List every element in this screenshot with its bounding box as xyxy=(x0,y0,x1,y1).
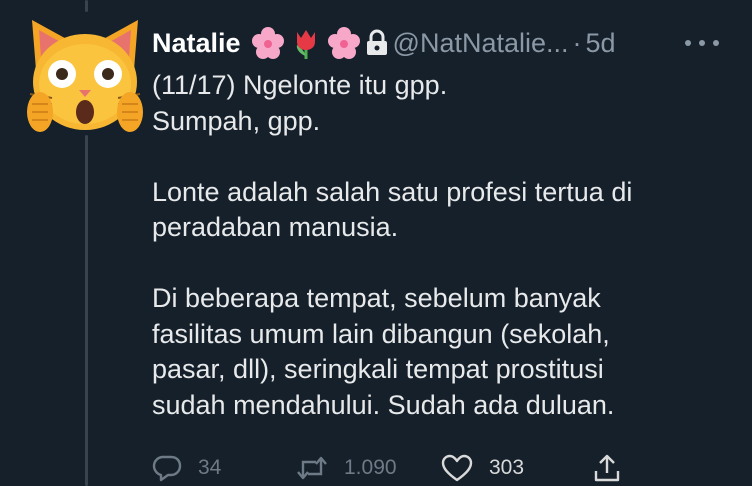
more-dot xyxy=(713,40,719,46)
tweet-text-line: Lonte adalah salah satu profesi tertua d… xyxy=(152,176,633,207)
tulip-icon xyxy=(296,30,315,59)
tweet-text-line: (11/17) Ngelonte itu gpp. xyxy=(152,70,448,100)
author-handle[interactable]: @NatNatalie... xyxy=(393,28,569,59)
cherry-blossom-icon xyxy=(251,27,284,59)
more-options-button[interactable] xyxy=(685,30,719,56)
tweet-timestamp[interactable]: 5d xyxy=(586,28,616,59)
reply-button[interactable]: 34 xyxy=(152,448,221,486)
lock-icon xyxy=(366,29,387,55)
avatar[interactable] xyxy=(22,12,148,138)
thread-line-bottom xyxy=(85,135,88,486)
author-display-name[interactable]: Natalie xyxy=(152,28,241,59)
tweet-actions: 34 1.090 303 xyxy=(152,448,622,486)
like-button[interactable]: 303 xyxy=(441,448,524,486)
tweet-text-blank-line xyxy=(152,139,742,175)
tweet-text-line: Sumpah, gpp. xyxy=(152,105,321,136)
scream-cat-emoji-icon xyxy=(27,20,143,132)
heart-icon xyxy=(441,454,473,482)
retweet-count: 1.090 xyxy=(344,456,397,479)
tweet-text-line: pasar, dll), seringkali tempat prostitus… xyxy=(152,354,604,384)
share-button[interactable] xyxy=(593,448,621,486)
more-dot xyxy=(699,40,705,46)
tweet-text-line: peradaban manusia. xyxy=(152,212,399,242)
tweet-text-line: Di beberapa tempat, sebelum banyak xyxy=(152,283,601,313)
tweet-header: Natalie @NatNatalie... · 5d xyxy=(152,22,616,64)
retweet-icon xyxy=(297,456,327,480)
share-icon xyxy=(594,454,620,482)
reply-count: 34 xyxy=(198,456,222,479)
tweet-text: (11/17) Ngelonte itu gpp. Sumpah, gpp. L… xyxy=(152,68,742,423)
retweet-button[interactable]: 1.090 xyxy=(296,448,397,486)
thread-line-top xyxy=(85,0,88,12)
reply-icon xyxy=(152,455,182,482)
cherry-blossom-icon xyxy=(327,27,360,59)
tweet-text-line: fasilitas umum lain dibangun (sekolah, xyxy=(152,318,610,349)
more-dot xyxy=(685,40,691,46)
tweet-text-blank-line xyxy=(152,246,742,282)
separator-dot: · xyxy=(572,27,582,58)
like-count: 303 xyxy=(489,456,525,479)
tweet-text-line: sudah mendahului. Sudah ada duluan. xyxy=(152,389,615,420)
